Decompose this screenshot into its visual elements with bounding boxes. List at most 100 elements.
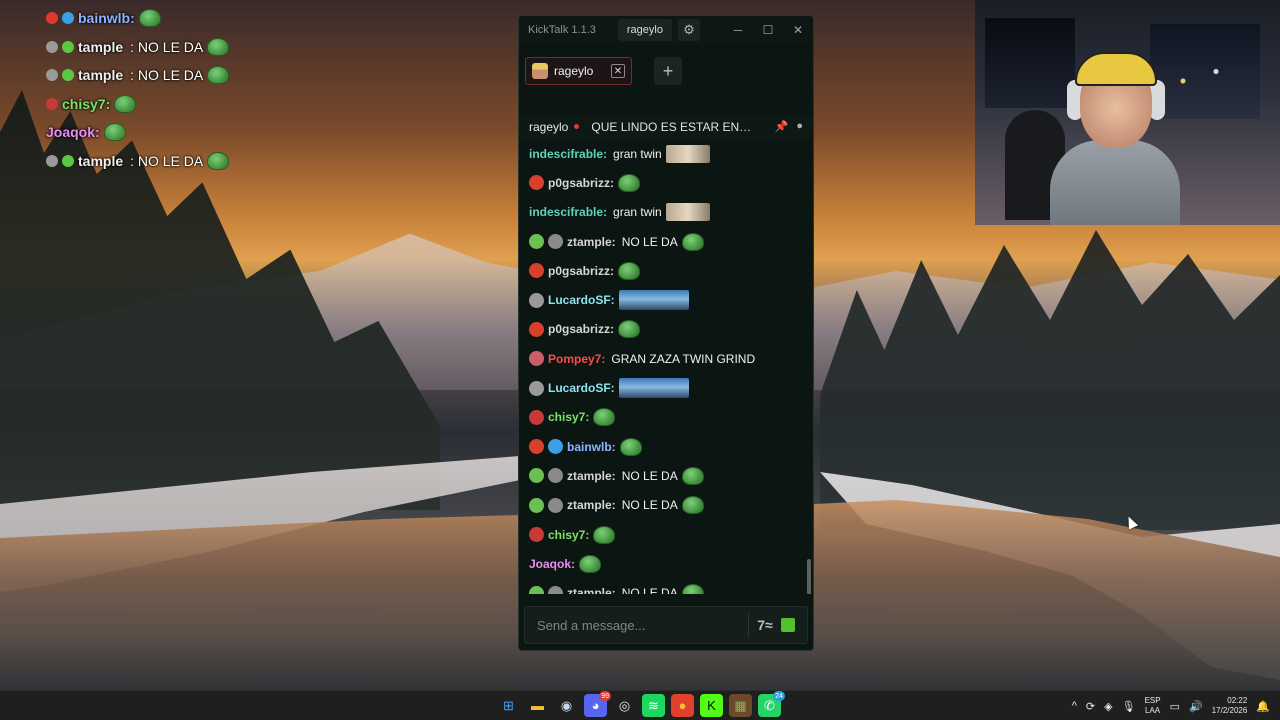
- chat-message[interactable]: ztample: NO LE DA: [529, 461, 803, 490]
- channel-header: rageylo QUE LINDO ES ESTAR EN ... 📌 ●: [519, 114, 813, 139]
- pepe-emote-icon: [207, 66, 230, 85]
- obs-icon[interactable]: ◎: [613, 694, 636, 717]
- whatsapp-icon[interactable]: ✆ 24: [758, 691, 785, 717]
- microphone-icon[interactable]: 🎙: [1122, 700, 1136, 713]
- chat-username[interactable]: ztample:: [567, 498, 616, 512]
- tray-overflow-chevron-icon[interactable]: ^: [1072, 700, 1077, 712]
- chat-message[interactable]: indescifrable: gran twin: [529, 198, 803, 227]
- taskbar-app-glyph: ◎: [618, 697, 631, 713]
- chat-message-text: NO LE DA: [621, 498, 678, 513]
- chat-username[interactable]: p0gsabrizz:: [548, 322, 614, 336]
- pepe-emote-icon: [618, 320, 641, 339]
- user-badge-icon: [529, 409, 544, 425]
- volume-icon[interactable]: 🔊: [1189, 700, 1203, 713]
- tab-close-button[interactable]: ✕: [611, 64, 625, 78]
- pepe-emote-icon: [619, 437, 642, 456]
- channel-name[interactable]: rageylo: [529, 120, 568, 134]
- chat-message[interactable]: ztample: NO LE DA: [529, 578, 803, 594]
- channel-avatar: [532, 63, 548, 79]
- close-button[interactable]: ✕: [783, 16, 813, 44]
- clock-date: 17/2/2026: [1211, 706, 1248, 715]
- user-badge-icon: [529, 468, 544, 484]
- start-icon[interactable]: ⊞: [497, 694, 520, 717]
- chat-username[interactable]: LucardoSF:: [548, 381, 615, 395]
- pin-icon[interactable]: 📌: [775, 120, 789, 133]
- account-button[interactable]: rageylo: [617, 19, 672, 41]
- overlay-message: : NO LE DA: [130, 67, 204, 84]
- user-badge-icon: [529, 585, 544, 594]
- stream-title: QUE LINDO ES ESTAR EN ...: [591, 119, 752, 134]
- input-language[interactable]: ESP LAA: [1145, 696, 1161, 716]
- chat-username[interactable]: p0gsabrizz:: [548, 264, 614, 278]
- discord-icon[interactable]: ◕ 99: [584, 691, 611, 717]
- seventv-emote-button[interactable]: 7≈: [749, 617, 781, 633]
- notification-badge: 24: [773, 691, 785, 701]
- user-badge-icon: [46, 154, 58, 167]
- chat-message[interactable]: ztample: NO LE DA: [529, 227, 803, 256]
- sync-icon[interactable]: ⟳: [1086, 700, 1095, 713]
- chat-message[interactable]: ztample: NO LE DA: [529, 491, 803, 520]
- settings-button[interactable]: ⚙: [677, 19, 700, 41]
- chat-username[interactable]: ztample:: [567, 586, 616, 594]
- overlay-chat-line: chisy7:: [46, 90, 346, 119]
- chat-messages[interactable]: indescifrable: gran twin p0gsabrizz: indesc…: [519, 139, 813, 594]
- chat-message[interactable]: p0gsabrizz:: [529, 168, 803, 197]
- title-bar[interactable]: KickTalk 1.1.3 rageylo ⚙ ─ ☐ ✕: [519, 16, 813, 44]
- chat-message[interactable]: Joaqok:: [529, 549, 803, 578]
- user-badge-icon: [46, 12, 58, 25]
- user-badge-icon: [46, 40, 58, 53]
- pepe-emote-icon: [681, 584, 704, 594]
- chat-message[interactable]: p0gsabrizz:: [529, 315, 803, 344]
- chat-username[interactable]: ztample:: [567, 469, 616, 483]
- wifi-icon[interactable]: ▭: [1170, 700, 1180, 713]
- tab-rageylo[interactable]: rageylo ✕: [525, 57, 632, 85]
- minecraft-icon[interactable]: ▦: [729, 694, 752, 717]
- clock[interactable]: 02:22 17/2/2026: [1212, 696, 1248, 716]
- chat-username[interactable]: chisy7:: [548, 528, 589, 542]
- chat-message[interactable]: indescifrable: gran twin: [529, 139, 803, 168]
- add-tab-button[interactable]: +: [654, 57, 682, 85]
- chat-username[interactable]: bainwlb:: [567, 440, 616, 454]
- chat-message[interactable]: chisy7:: [529, 403, 803, 432]
- scrollbar-thumb[interactable]: [807, 559, 811, 594]
- chat-message[interactable]: LucardoSF:: [529, 373, 803, 402]
- user-icon[interactable]: ●: [796, 120, 803, 133]
- steam-icon[interactable]: ◉: [555, 694, 578, 717]
- chat-message[interactable]: chisy7:: [529, 520, 803, 549]
- user-badge-icon: [529, 497, 544, 513]
- tab-label: rageylo: [554, 64, 594, 78]
- kick-emote-button[interactable]: [781, 618, 795, 632]
- minimize-button[interactable]: ─: [723, 16, 753, 44]
- chat-username[interactable]: indescifrable:: [529, 147, 607, 161]
- taskbar-app-glyph: ✆: [764, 697, 775, 713]
- clock-time: 02:22: [1227, 696, 1248, 705]
- chat-emote-icon: [618, 378, 689, 399]
- user-badge-icon: [62, 40, 74, 53]
- chat-message[interactable]: Pompey7: GRAN ZAZA TWIN GRIND: [529, 344, 803, 373]
- chat-username[interactable]: p0gsabrizz:: [548, 176, 614, 190]
- taskbar-app-glyph: ▬: [531, 698, 544, 713]
- spotify-icon[interactable]: ≋: [642, 694, 665, 717]
- chat-username[interactable]: Pompey7:: [548, 352, 605, 366]
- chat-username[interactable]: indescifrable:: [529, 205, 607, 219]
- chat-username[interactable]: LucardoSF:: [548, 293, 615, 307]
- notifications-icon[interactable]: 🔔: [1256, 700, 1270, 713]
- chat-username[interactable]: ztample:: [567, 235, 616, 249]
- chat-username[interactable]: Joaqok:: [529, 557, 575, 571]
- chat-message[interactable]: p0gsabrizz:: [529, 256, 803, 285]
- maximize-button[interactable]: ☐: [753, 16, 783, 44]
- chat-username[interactable]: chisy7:: [548, 410, 589, 424]
- network-icon[interactable]: ◈: [1104, 700, 1112, 713]
- overlay-username: tample: [78, 67, 124, 84]
- kick-icon[interactable]: K: [700, 694, 723, 717]
- user-badge-icon: [529, 263, 544, 279]
- chat-message-text: GRAN ZAZA TWIN GRIND: [611, 351, 756, 366]
- chrome-icon[interactable]: ●: [671, 694, 694, 717]
- user-badge-icon: [529, 527, 544, 542]
- pepe-emote-icon: [593, 525, 616, 544]
- file-explorer-icon[interactable]: ▬: [526, 694, 549, 717]
- chat-message[interactable]: bainwlb:: [529, 432, 803, 461]
- app-title: KickTalk 1.1.3: [528, 24, 596, 36]
- chat-message[interactable]: LucardoSF:: [529, 285, 803, 314]
- message-input[interactable]: [537, 617, 717, 633]
